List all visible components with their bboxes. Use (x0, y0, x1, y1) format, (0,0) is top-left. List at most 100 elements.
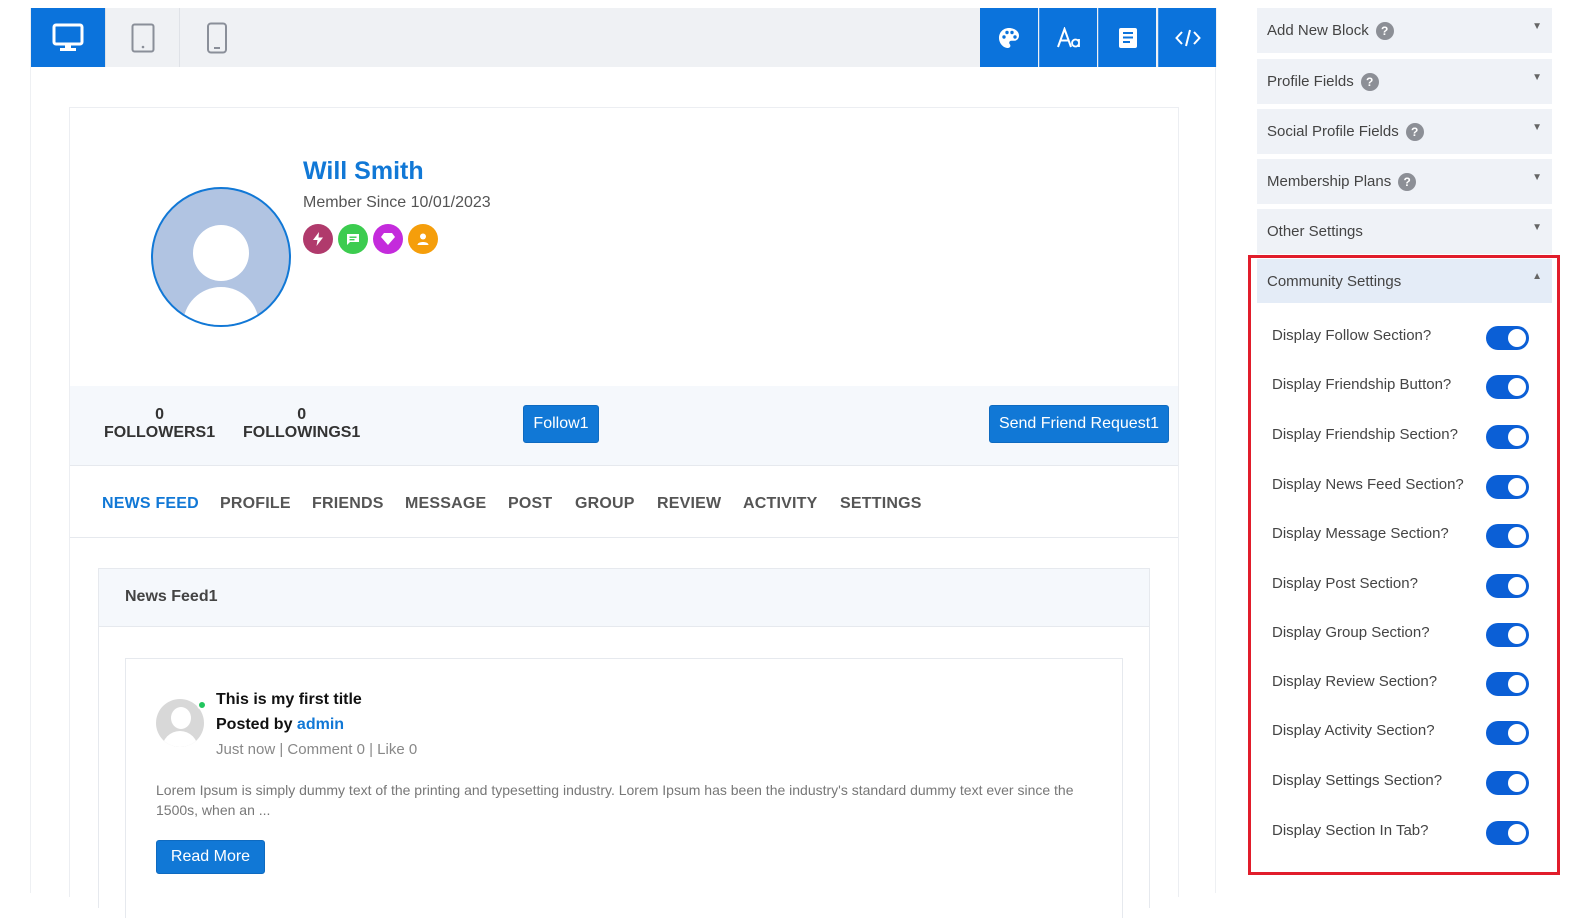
caret-down-icon: ▼ (1532, 122, 1542, 133)
diamond-icon (373, 224, 403, 254)
follow-section-toggle[interactable] (1486, 326, 1529, 350)
user-icon (408, 224, 438, 254)
setting-label: Display Group Section? (1272, 624, 1430, 641)
caret-down-icon: ▼ (1532, 222, 1542, 233)
news-feed-section-toggle[interactable] (1486, 475, 1529, 499)
tab-profile[interactable]: PROFILE (220, 495, 291, 513)
setting-label: Display Friendship Section? (1272, 426, 1458, 443)
help-icon[interactable]: ? (1375, 21, 1394, 40)
preview-toolbar (31, 8, 1217, 67)
setting-label: Display Post Section? (1272, 575, 1418, 592)
post-meta: Just now | Comment 0 | Like 0 (216, 741, 418, 758)
profile-avatar (151, 187, 291, 327)
followings-count: 0 (297, 406, 307, 423)
online-status-dot (197, 700, 207, 710)
posted-by-label: Posted by (216, 716, 293, 733)
news-feed-heading: News Feed1 (99, 569, 1149, 627)
tab-news-feed[interactable]: NEWS FEED (102, 495, 199, 513)
feed-post: This is my first title Posted by admin J… (125, 658, 1123, 918)
setting-activity-section: Display Activity Section? (1272, 717, 1532, 747)
setting-review-section: Display Review Section? (1272, 668, 1532, 698)
profile-badges (303, 224, 438, 254)
setting-section-in-tab: Display Section In Tab? (1272, 817, 1532, 847)
setting-friendship-button: Display Friendship Button? (1272, 371, 1532, 401)
help-icon[interactable]: ? (1360, 72, 1379, 91)
setting-label: Display Section In Tab? (1272, 822, 1429, 839)
setting-post-section: Display Post Section? (1272, 570, 1532, 600)
followings-label: FOLLOWINGS1 (243, 424, 361, 441)
setting-label: Display Activity Section? (1272, 722, 1435, 739)
accordion-label: Profile Fields (1267, 73, 1354, 90)
accordion-membership-plans[interactable]: Membership Plans ? ▼ (1257, 159, 1552, 204)
tab-settings[interactable]: SETTINGS (840, 495, 922, 513)
post-title[interactable]: This is my first title (216, 691, 362, 709)
accordion-community-settings[interactable]: Community Settings ▲ (1257, 259, 1552, 303)
setting-message-section: Display Message Section? (1272, 520, 1532, 550)
review-section-toggle[interactable] (1486, 672, 1529, 696)
desktop-icon (52, 23, 84, 51)
profile-name: Will Smith (303, 157, 424, 185)
accordion-label: Social Profile Fields (1267, 123, 1399, 140)
group-section-toggle[interactable] (1486, 623, 1529, 647)
setting-label: Display Friendship Button? (1272, 376, 1452, 393)
profile-card: Will Smith Member Since 10/01/2023 0 FOL… (69, 107, 1179, 918)
tab-activity[interactable]: ACTIVITY (743, 495, 818, 513)
section-in-tab-toggle[interactable] (1486, 821, 1529, 845)
friendship-section-toggle[interactable] (1486, 425, 1529, 449)
help-icon[interactable]: ? (1398, 172, 1417, 191)
member-since: Member Since 10/01/2023 (303, 194, 491, 211)
setting-label: Display Settings Section? (1272, 772, 1443, 789)
accordion-label: Community Settings (1267, 272, 1402, 290)
followings-stat[interactable]: 0 FOLLOWINGS1 (243, 406, 360, 442)
code-icon (1174, 29, 1201, 46)
setting-settings-section: Display Settings Section? (1272, 767, 1532, 797)
accordion-profile-fields[interactable]: Profile Fields ? ▼ (1257, 59, 1552, 104)
desktop-view-button[interactable] (31, 8, 105, 67)
profile-preview: Will Smith Member Since 10/01/2023 0 FOL… (30, 8, 1217, 918)
setting-label: Display Review Section? (1272, 673, 1438, 690)
mobile-view-button[interactable] (179, 8, 253, 67)
caret-up-icon: ▲ (1532, 271, 1542, 282)
setting-label: Display Message Section? (1272, 525, 1449, 542)
message-section-toggle[interactable] (1486, 524, 1529, 548)
settings-section-toggle[interactable] (1486, 771, 1529, 795)
post-section-toggle[interactable] (1486, 574, 1529, 598)
send-friend-request-button[interactable]: Send Friend Request1 (989, 405, 1169, 443)
setting-follow-section: Display Follow Section? (1272, 322, 1532, 352)
activity-section-toggle[interactable] (1486, 721, 1529, 745)
setting-news-feed-section: Display News Feed Section? (1272, 471, 1532, 501)
typography-button[interactable] (1039, 8, 1097, 67)
tab-message[interactable]: MESSAGE (405, 495, 486, 513)
tablet-view-button[interactable] (105, 8, 179, 67)
caret-down-icon: ▼ (1532, 21, 1542, 32)
follow-stats-bar: 0 FOLLOWERS1 0 FOLLOWINGS1 Follow1 Send … (70, 386, 1178, 466)
mobile-icon (206, 22, 227, 53)
tab-group[interactable]: GROUP (575, 495, 635, 513)
post-author-link[interactable]: admin (297, 716, 344, 733)
accordion-social-profile-fields[interactable]: Social Profile Fields ? ▼ (1257, 109, 1552, 154)
tab-friends[interactable]: FRIENDS (312, 495, 384, 513)
code-button[interactable] (1158, 8, 1216, 67)
design-palette-button[interactable] (980, 8, 1038, 67)
help-icon[interactable]: ? (1405, 122, 1424, 141)
news-feed-panel: News Feed1 This is my first title Posted… (98, 568, 1150, 918)
followers-stat[interactable]: 0 FOLLOWERS1 (104, 406, 215, 442)
document-button[interactable] (1098, 8, 1156, 67)
setting-friendship-section: Display Friendship Section? (1272, 421, 1532, 451)
accordion-other-settings[interactable]: Other Settings ▼ (1257, 209, 1552, 254)
caret-down-icon: ▼ (1532, 172, 1542, 183)
chat-icon (338, 224, 368, 254)
follow-button[interactable]: Follow1 (523, 405, 599, 443)
palette-icon (999, 27, 1019, 48)
tab-post[interactable]: POST (508, 495, 552, 513)
accordion-add-new-block[interactable]: Add New Block ? ▼ (1257, 8, 1552, 53)
friendship-button-toggle[interactable] (1486, 375, 1529, 399)
document-icon (1118, 27, 1137, 48)
typography-icon (1056, 26, 1080, 47)
setting-label: Display Follow Section? (1272, 327, 1432, 344)
setting-group-section: Display Group Section? (1272, 619, 1532, 649)
tablet-icon (131, 23, 154, 52)
read-more-button[interactable]: Read More (156, 840, 265, 874)
followers-count: 0 (155, 406, 164, 423)
tab-review[interactable]: REVIEW (657, 495, 721, 513)
